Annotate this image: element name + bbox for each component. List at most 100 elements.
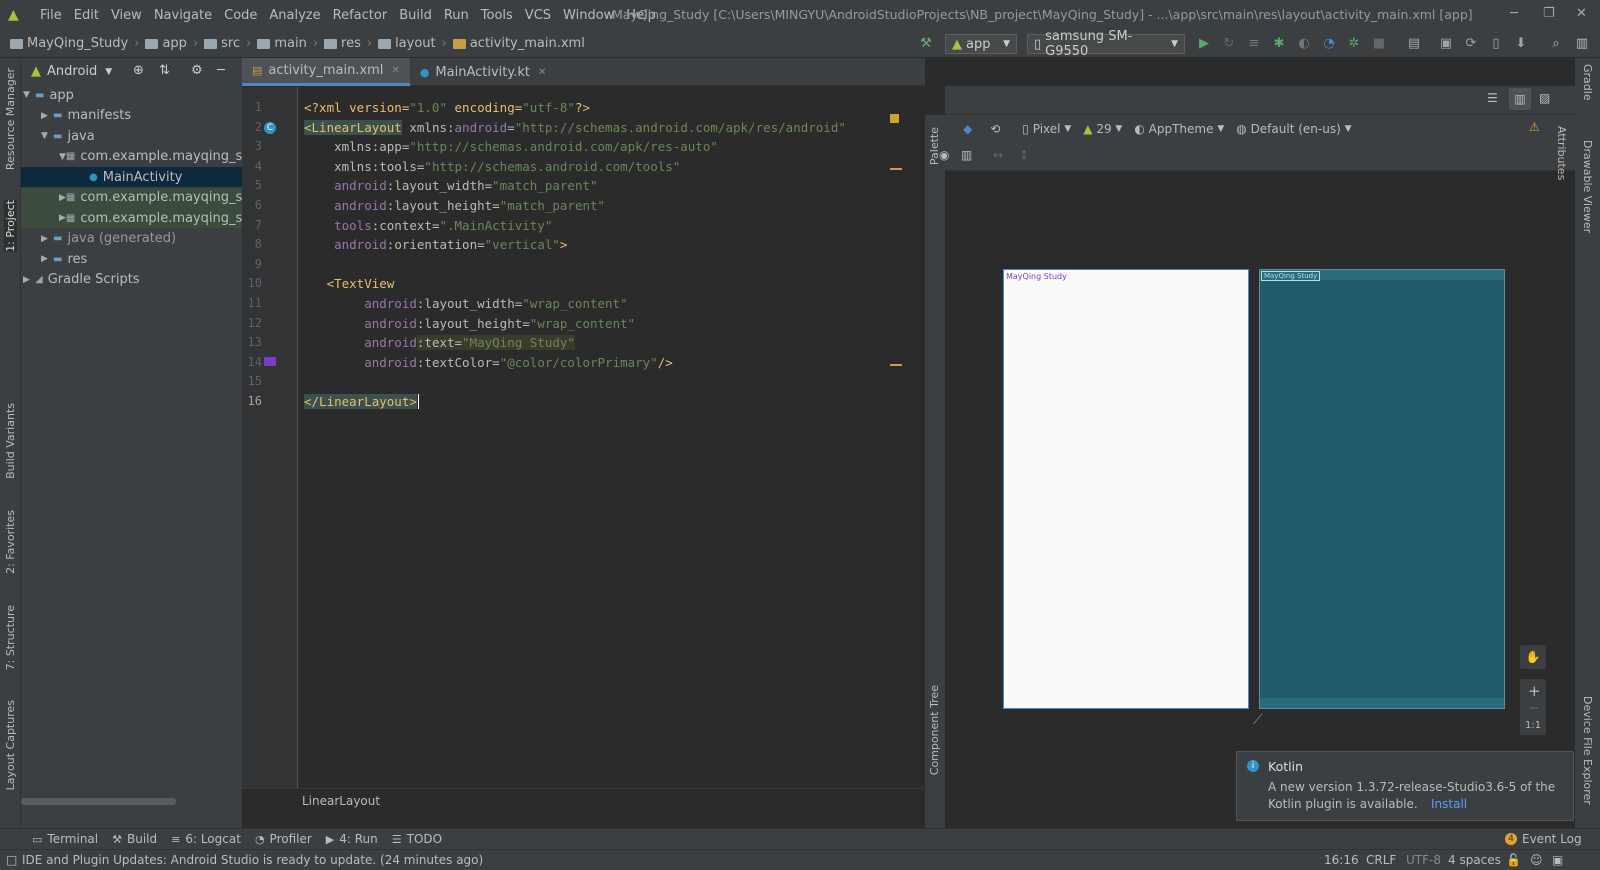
menu-navigate[interactable]: Navigate — [148, 8, 218, 23]
menu-build[interactable]: Build — [393, 8, 438, 23]
project-view-selector[interactable]: Android — [47, 64, 97, 79]
locate-icon[interactable]: ⊕ — [133, 63, 144, 78]
blueprint-text[interactable]: MayQing Study — [1261, 271, 1321, 281]
attach-debugger-icon[interactable]: ✲ — [1346, 36, 1362, 52]
breadcrumb-item[interactable]: layout › — [378, 36, 447, 51]
menu-file[interactable]: File — [34, 8, 68, 23]
menu-run[interactable]: Run — [438, 8, 475, 23]
expand-down-icon[interactable]: ▼ — [41, 131, 53, 141]
maximize-icon[interactable]: ❐ — [1543, 6, 1555, 21]
layout-captures-tab[interactable]: Layout Captures — [4, 700, 17, 790]
file-encoding[interactable]: UTF-8 — [1406, 853, 1441, 867]
error-stripe-mark[interactable] — [890, 168, 902, 170]
vertical-resize-icon[interactable]: ↕ — [1019, 148, 1029, 162]
breadcrumb-item[interactable]: main › — [257, 36, 318, 51]
build-variants-tab[interactable]: Build Variants — [4, 403, 17, 479]
split-view-icon[interactable]: ▥ — [1509, 88, 1531, 110]
event-log-button[interactable]: 4 Event Log — [1505, 832, 1582, 846]
breadcrumb-item[interactable]: app › — [145, 36, 198, 51]
structure-tab[interactable]: 7: Structure — [4, 605, 17, 670]
expand-right-icon[interactable]: ▶ — [23, 275, 35, 285]
zoom-in-icon[interactable]: + — [1528, 682, 1541, 700]
api-selector[interactable]: ▲ 29 ▼ — [1083, 122, 1122, 136]
menu-window[interactable]: Window — [557, 8, 620, 23]
expand-right-icon[interactable]: ▶ — [41, 254, 53, 264]
tree-item[interactable]: ▼ ▬ app — [21, 85, 242, 105]
hide-panel-icon[interactable]: ─ — [217, 63, 225, 78]
menu-vcs[interactable]: VCS — [519, 8, 557, 23]
gear-icon[interactable]: ⚙ — [191, 63, 203, 78]
stop-icon[interactable]: ■ — [1371, 36, 1387, 52]
warning-icon[interactable]: ⚠ — [1529, 120, 1540, 134]
design-view-icon[interactable]: ▨ — [1539, 91, 1550, 105]
pan-icon[interactable]: ✋ — [1520, 645, 1546, 669]
line-separator[interactable]: CRLF — [1366, 853, 1396, 867]
menu-refactor[interactable]: Refactor — [327, 8, 394, 23]
blueprint-preview[interactable]: MayQing Study — [1259, 269, 1505, 709]
run-config-dropdown[interactable]: ▲ app ▼ — [945, 34, 1017, 54]
run-icon[interactable]: ▶ — [1196, 36, 1212, 52]
favorites-tab[interactable]: 2: Favorites — [4, 510, 17, 574]
preview-text[interactable]: MayQing Study — [1006, 272, 1067, 281]
menu-code[interactable]: Code — [218, 8, 263, 23]
tree-item[interactable]: ▶ ▬ res — [21, 249, 242, 269]
device-dropdown[interactable]: ▯ samsung SM-G9550 ▼ — [1027, 29, 1185, 59]
inspection-icon[interactable]: ☺ — [1530, 853, 1543, 867]
layout-inspector-icon[interactable]: ▣ — [1438, 36, 1454, 52]
install-link[interactable]: Install — [1431, 797, 1467, 811]
resource-manager-tab[interactable]: Resource Manager — [4, 68, 17, 170]
device-file-explorer-tab[interactable]: Device File Explorer — [1581, 696, 1594, 805]
tree-item[interactable]: ▶ ▦ com.example.mayqing_stu — [21, 187, 242, 208]
horizontal-scrollbar[interactable] — [21, 798, 176, 805]
editor-breadcrumb[interactable]: LinearLayout — [242, 788, 925, 812]
zoom-actual-size[interactable]: 1:1 — [1525, 720, 1541, 731]
tree-item[interactable]: ▶ ▦ com.example.mayqing_stu — [21, 208, 242, 228]
avd-manager-icon[interactable]: ▯ — [1488, 36, 1504, 52]
horizontal-resize-icon[interactable]: ↔ — [993, 148, 1003, 162]
memory-icon[interactable]: ▣ — [1552, 853, 1563, 867]
tool-build[interactable]: ⚒ Build — [112, 832, 157, 846]
tool-todo[interactable]: ☰ TODO — [392, 832, 442, 846]
error-stripe-mark[interactable] — [890, 364, 902, 366]
blueprint-toggle-icon[interactable]: ▥ — [961, 148, 972, 162]
orientation-icon[interactable]: ⟲ — [990, 122, 1000, 136]
breadcrumb-item[interactable]: res › — [324, 36, 372, 51]
chevron-down-icon[interactable]: ▼ — [105, 67, 112, 77]
code-view-icon[interactable]: ☰ — [1487, 91, 1498, 105]
resize-handle-icon[interactable]: ⟋ — [1253, 712, 1263, 728]
indent-setting[interactable]: 4 spaces — [1448, 853, 1501, 867]
component-tree-tab[interactable]: Component Tree — [928, 685, 941, 775]
tool-terminal[interactable]: ▭ Terminal — [32, 832, 98, 846]
tree-item[interactable]: ▶ ▬ java (generated) — [21, 229, 242, 249]
device-selector[interactable]: ▯ Pixel ▼ — [1022, 122, 1071, 136]
warning-marker-icon[interactable] — [890, 114, 899, 123]
menu-edit[interactable]: Edit — [68, 8, 105, 23]
tool-4-run[interactable]: ▶ 4: Run — [326, 832, 378, 846]
collapse-all-icon[interactable]: ⇅ — [159, 63, 170, 78]
tool-6-logcat[interactable]: ≡ 6: Logcat — [171, 832, 241, 846]
eye-icon[interactable]: ◉ — [939, 148, 949, 162]
expand-right-icon[interactable]: ▶ — [41, 234, 53, 244]
attributes-tab[interactable]: Attributes — [1555, 126, 1568, 180]
close-icon[interactable]: ✕ — [1576, 6, 1587, 21]
sdk-manager-icon[interactable]: ⬇ — [1513, 36, 1529, 52]
tool-profiler[interactable]: ◔ Profiler — [255, 832, 312, 846]
minimize-icon[interactable]: ─ — [1510, 6, 1518, 21]
tree-item[interactable]: ▼ ▬ java — [21, 126, 242, 146]
breadcrumb-item[interactable]: MayQing_Study › — [10, 36, 139, 51]
search-icon[interactable]: ⌕ — [1548, 36, 1564, 52]
tab-activity_main-xml[interactable]: ▤ activity_main.xml ✕ — [242, 58, 410, 86]
coverage-icon[interactable]: ◐ — [1296, 36, 1312, 52]
menu-view[interactable]: View — [105, 8, 148, 23]
project-tab[interactable]: 1: Project — [4, 200, 17, 252]
expand-down-icon[interactable]: ▼ — [23, 90, 35, 100]
tree-item[interactable]: ● MainActivity — [21, 167, 242, 187]
caret-position[interactable]: 16:16 — [1324, 853, 1359, 867]
tree-item[interactable]: ▶ ◢ Gradle Scripts — [21, 270, 242, 290]
profile-icon[interactable]: ◔ — [1321, 36, 1337, 52]
design-preview[interactable]: MayQing Study — [1003, 269, 1249, 709]
locale-selector[interactable]: ◍ Default (en-us) ▼ — [1236, 122, 1351, 136]
gradle-tab[interactable]: Gradle — [1581, 64, 1594, 101]
apply-changes-icon[interactable]: ≡ — [1246, 36, 1262, 52]
rerun-icon[interactable]: ↻ — [1221, 36, 1237, 52]
